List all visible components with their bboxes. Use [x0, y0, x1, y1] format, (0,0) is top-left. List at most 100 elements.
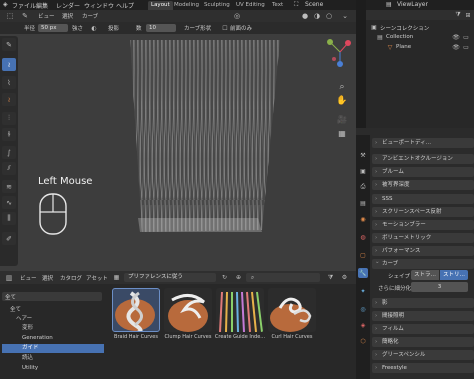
- tool-add[interactable]: ⫶: [2, 112, 16, 125]
- tree-item-read[interactable]: 読込: [2, 354, 104, 363]
- panel-curves[interactable]: カーブ: [372, 259, 474, 269]
- 3d-viewport[interactable]: ⌕ ✋ 🎥 ▦ Left Mouse: [0, 10, 356, 271]
- camera-icon[interactable]: 🎥: [336, 113, 348, 125]
- falloff-icon[interactable]: ◐: [90, 24, 98, 32]
- tool-select[interactable]: ✎: [2, 38, 16, 51]
- pan-hand-icon[interactable]: ✋: [336, 95, 348, 107]
- tab-sculpting[interactable]: Sculpting: [201, 1, 233, 10]
- asset-menu-select[interactable]: 選択: [42, 274, 53, 282]
- view-layer-name[interactable]: ViewLayer: [397, 1, 428, 8]
- curve-shape-strip-button[interactable]: ストリ…: [440, 270, 468, 280]
- outliner-item-plane[interactable]: Plane: [396, 44, 411, 50]
- tree-item-generation[interactable]: Generation: [2, 334, 104, 343]
- projection-toggle[interactable]: 投影: [108, 24, 119, 32]
- menu-select[interactable]: 選択: [62, 12, 73, 20]
- panel-volumetrics[interactable]: ボリューメトリック: [372, 233, 474, 243]
- tab-text[interactable]: Text: [269, 1, 286, 10]
- tree-item-deform[interactable]: 変形: [2, 324, 104, 333]
- strength-label[interactable]: 強さ: [72, 24, 83, 32]
- panel-grease-pencil[interactable]: グリースペンシル: [372, 350, 474, 360]
- outliner-item-scene-collection[interactable]: シーンコレクション: [380, 24, 429, 32]
- menu-edit[interactable]: 編集: [36, 1, 48, 10]
- scene-name[interactable]: Scene: [305, 1, 323, 8]
- tab-physics[interactable]: ◎: [358, 304, 368, 314]
- curve-shape-strand-button[interactable]: ストラ…: [411, 270, 439, 280]
- tool-snake[interactable]: ∫: [2, 146, 16, 159]
- shading-dropdown-icon[interactable]: ⌄: [340, 11, 350, 21]
- tab-data[interactable]: ⬡: [358, 336, 368, 346]
- tab-output[interactable]: ⎙: [358, 182, 368, 192]
- library-dropdown[interactable]: プリファレンスに従う: [124, 273, 216, 282]
- menu-render[interactable]: レンダー: [56, 1, 80, 10]
- panel-indirect-lighting[interactable]: 間接照明: [372, 311, 474, 321]
- tool-pinch[interactable]: ⫽: [2, 162, 16, 175]
- editor-type-icon[interactable]: ⬚: [4, 11, 16, 21]
- material-shading-icon[interactable]: ◑: [312, 11, 322, 21]
- asset-menu-view[interactable]: ビュー: [20, 274, 37, 282]
- solid-shading-icon[interactable]: ●: [300, 11, 310, 21]
- asset-thumb-guide-index[interactable]: [216, 288, 264, 332]
- rendered-shading-icon[interactable]: ○: [324, 11, 334, 21]
- tool-slide[interactable]: ⫼: [2, 212, 16, 225]
- tree-item-guide[interactable]: ガイド: [2, 344, 104, 353]
- outliner-item-collection[interactable]: Collection: [386, 34, 413, 40]
- tab-tool[interactable]: ⚒: [358, 150, 368, 160]
- view-layer-icon[interactable]: ▤: [386, 1, 392, 8]
- asset-search-input[interactable]: [246, 273, 320, 282]
- asset-thumb-braid[interactable]: [112, 288, 160, 332]
- tool-annotate[interactable]: ✐: [2, 232, 16, 245]
- subdivisions-field[interactable]: 3: [411, 282, 468, 292]
- tab-scene[interactable]: ◉: [358, 214, 368, 224]
- tab-particles[interactable]: ✦: [358, 286, 368, 296]
- panel-sss[interactable]: SSS: [372, 194, 474, 204]
- asset-thumb-curl[interactable]: [268, 288, 316, 332]
- zoom-icon[interactable]: ⌕: [336, 81, 348, 93]
- panel-screen-space-reflections[interactable]: スクリーンスペース反射: [372, 207, 474, 217]
- menu-help[interactable]: ヘルプ: [116, 1, 134, 10]
- panel-performance[interactable]: パフォーマンス: [372, 246, 474, 256]
- tool-delete[interactable]: ⌇: [2, 76, 16, 89]
- tab-uv-editing[interactable]: UV Editing: [233, 1, 268, 10]
- tab-constraints[interactable]: ◈: [358, 320, 368, 330]
- tab-view-layer[interactable]: ▤: [358, 198, 368, 208]
- tab-object[interactable]: ▢: [358, 250, 368, 260]
- visibility-eye-icon[interactable]: 👁: [452, 33, 460, 41]
- menu-window[interactable]: ウィンドウ: [84, 1, 114, 10]
- tree-item-utility[interactable]: Utility: [2, 364, 104, 373]
- grid-icon[interactable]: ▦: [336, 127, 348, 139]
- tool-puff[interactable]: ≋: [2, 180, 16, 193]
- tab-world[interactable]: ◍: [358, 232, 368, 242]
- overlay-icon[interactable]: ◎: [232, 11, 242, 21]
- navigation-gizmo[interactable]: [327, 39, 351, 67]
- menu-curves[interactable]: カーブ: [82, 12, 98, 20]
- curve-shape-dropdown[interactable]: カーブ形状: [184, 24, 211, 32]
- asset-menu-asset[interactable]: アセット: [86, 274, 108, 282]
- panel-bloom[interactable]: ブルーム: [372, 167, 474, 177]
- asset-editor-icon[interactable]: ▥: [4, 273, 14, 282]
- count-field[interactable]: 10: [146, 24, 176, 32]
- sidebar-toggle-icon[interactable]: ⚙: [340, 273, 349, 282]
- radius-field[interactable]: 50 px: [38, 24, 68, 32]
- tree-item-hair[interactable]: ヘアー: [2, 315, 104, 324]
- tool-density[interactable]: ≀: [2, 93, 16, 106]
- panel-freestyle[interactable]: Freestyle: [372, 363, 474, 373]
- menu-file[interactable]: ファイル: [12, 1, 36, 10]
- tab-layout[interactable]: Layout: [148, 1, 173, 10]
- catalog-filter-field[interactable]: 全て: [2, 292, 102, 301]
- scene-icon[interactable]: ⛶: [294, 1, 298, 9]
- tree-item-all[interactable]: 全て: [2, 306, 104, 315]
- asset-menu-catalog[interactable]: カタログ: [60, 274, 82, 282]
- tool-smooth[interactable]: ∿: [2, 196, 16, 209]
- menu-view[interactable]: ビュー: [38, 12, 55, 20]
- tab-modeling[interactable]: Modeling: [171, 1, 202, 10]
- mode-icon[interactable]: ✎: [20, 11, 30, 21]
- visibility-eye-icon[interactable]: 👁: [452, 43, 460, 51]
- panel-viewport-display[interactable]: ビューポートディ…: [372, 138, 474, 148]
- tab-modifiers[interactable]: 🔧: [358, 268, 368, 278]
- tool-comb[interactable]: ≀: [2, 58, 16, 71]
- panel-shadows[interactable]: 影: [372, 298, 474, 308]
- refresh-icon[interactable]: ↻: [220, 273, 229, 282]
- front-only-checkbox[interactable]: ☐: [221, 24, 229, 32]
- render-camera-icon[interactable]: ▭: [462, 33, 470, 41]
- tab-render[interactable]: ▣: [358, 166, 368, 176]
